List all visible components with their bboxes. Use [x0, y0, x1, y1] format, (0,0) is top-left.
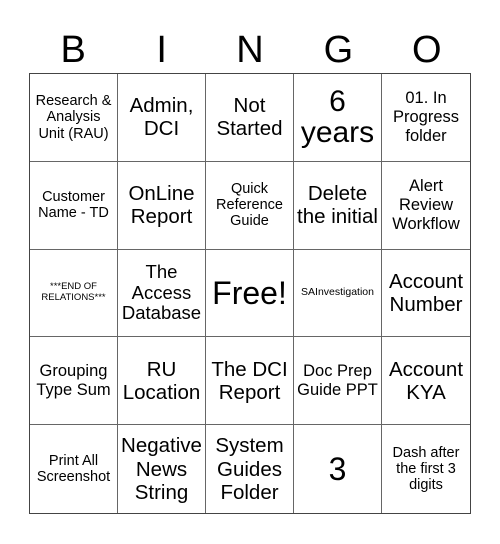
bingo-cell[interactable]: Dash after the first 3 digits: [382, 425, 470, 513]
bingo-grid: Research & Analysis Unit (RAU) Admin, DC…: [29, 73, 471, 514]
bingo-cell[interactable]: The Access Database: [118, 249, 206, 338]
bingo-cell[interactable]: Print All Screenshot: [30, 425, 118, 513]
bingo-cell[interactable]: Customer Name - TD: [30, 161, 118, 250]
bingo-cell[interactable]: Account KYA: [382, 337, 470, 426]
bingo-cell[interactable]: 3: [294, 425, 382, 513]
bingo-cell[interactable]: RU Location: [118, 337, 206, 426]
bingo-cell[interactable]: Account Number: [382, 250, 470, 338]
bingo-cell[interactable]: 6 years: [294, 74, 382, 162]
bingo-cell[interactable]: Negative News String: [118, 425, 206, 513]
header-letter-b: B: [60, 29, 86, 71]
bingo-cell[interactable]: Quick Reference Guide: [206, 161, 294, 250]
bingo-cell[interactable]: Grouping Type Sum: [30, 337, 118, 426]
header-letter-g: G: [323, 29, 354, 71]
free-space-cell[interactable]: Free!: [206, 249, 294, 338]
bingo-cell[interactable]: Delete the initial: [294, 161, 382, 250]
bingo-header: B I N G O: [29, 28, 471, 72]
bingo-cell[interactable]: Alert Review Workflow: [382, 162, 470, 250]
bingo-cell[interactable]: Research & Analysis Unit (RAU): [30, 74, 118, 162]
bingo-cell[interactable]: Admin, DCI: [118, 74, 206, 162]
bingo-cell[interactable]: SAInvestigation: [294, 249, 382, 338]
bingo-cell[interactable]: Doc Prep Guide PPT: [294, 337, 382, 426]
bingo-cell[interactable]: System Guides Folder: [206, 425, 294, 513]
bingo-cell[interactable]: 01. In Progress folder: [382, 74, 470, 162]
bingo-cell[interactable]: Not Started: [206, 74, 294, 162]
bingo-cell[interactable]: ***END OF RELATIONS***: [30, 249, 118, 338]
bingo-cell[interactable]: OnLine Report: [118, 161, 206, 250]
header-letter-o: O: [412, 29, 442, 71]
header-letter-n: N: [236, 29, 264, 71]
bingo-cell[interactable]: The DCI Report: [206, 337, 294, 426]
header-letter-i: I: [156, 29, 167, 71]
